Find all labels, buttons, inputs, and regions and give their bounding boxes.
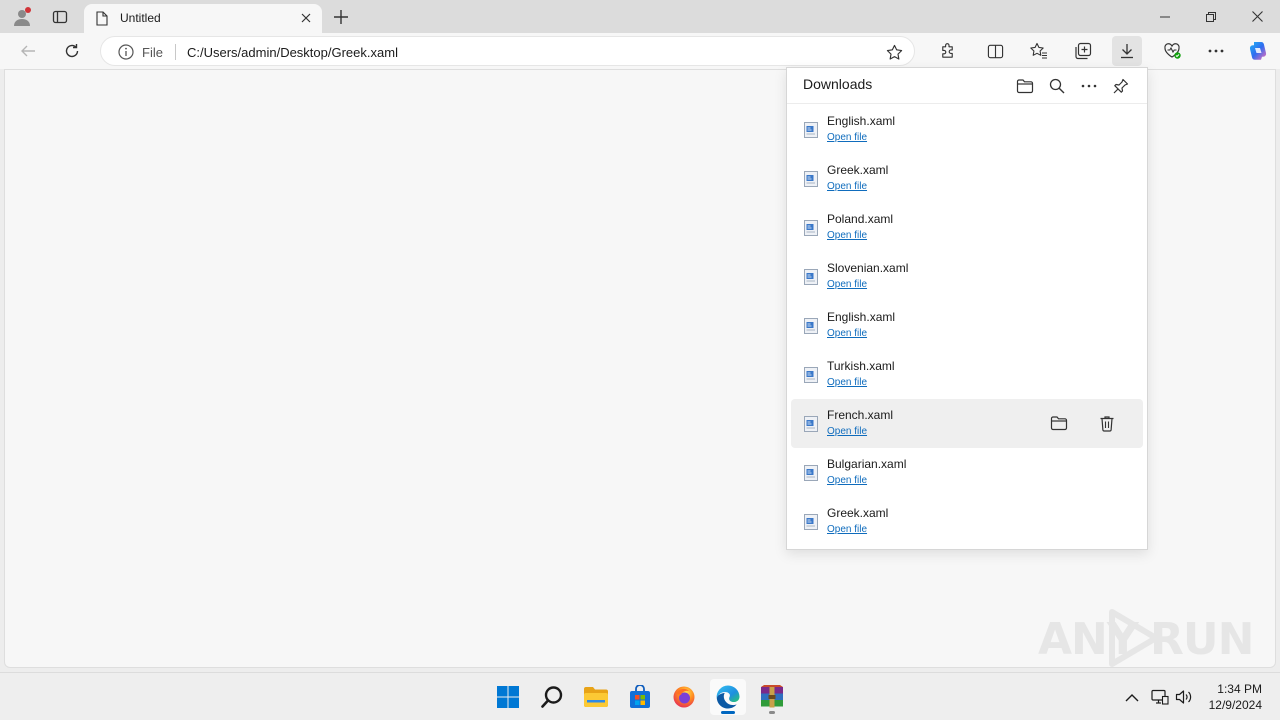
downloads-icon[interactable] — [1112, 36, 1142, 66]
downloads-more-icon[interactable] — [1076, 73, 1102, 99]
system-clock[interactable]: 1:34 PM 12/9/2024 — [1209, 681, 1262, 713]
microsoft-store-icon[interactable] — [622, 679, 658, 715]
xaml-file-icon — [804, 122, 818, 138]
open-file-link[interactable]: Open file — [827, 279, 867, 290]
xaml-file-icon — [804, 514, 818, 530]
download-file-name: Greek.xaml — [827, 506, 889, 520]
open-file-link[interactable]: Open file — [827, 132, 867, 143]
downloads-panel: Downloads English.xaml Open file Greek.x… — [786, 67, 1148, 550]
favorites-icon[interactable] — [1024, 36, 1054, 66]
active-app-indicator — [721, 711, 735, 714]
close-tab-icon[interactable] — [296, 8, 316, 28]
open-file-link[interactable]: Open file — [827, 328, 867, 339]
open-downloads-folder-icon[interactable] — [1012, 73, 1038, 99]
firefox-icon[interactable] — [666, 679, 702, 715]
file-explorer-icon[interactable] — [578, 679, 614, 715]
title-bar: Untitled — [0, 0, 1280, 33]
volume-icon[interactable] — [1174, 687, 1194, 707]
open-file-link[interactable]: Open file — [827, 181, 867, 192]
xaml-file-icon — [804, 171, 818, 187]
delete-trash-icon[interactable] — [1094, 410, 1120, 436]
more-options-icon[interactable] — [1201, 36, 1231, 66]
browser-toolbar: File C:/Users/admin/Desktop/Greek.xaml — [0, 33, 1280, 69]
open-file-link[interactable]: Open file — [827, 524, 867, 535]
split-screen-icon[interactable] — [980, 36, 1010, 66]
start-windows-icon[interactable] — [490, 679, 526, 715]
back-icon[interactable] — [13, 36, 43, 66]
download-file-name: French.xaml — [827, 408, 894, 422]
xaml-file-icon — [804, 269, 818, 285]
download-item[interactable]: Turkish.xaml Open file — [791, 350, 1143, 399]
anyrun-watermark: ANY RUN — [1038, 606, 1254, 670]
minimize-icon[interactable] — [1142, 0, 1188, 33]
download-file-name: Poland.xaml — [827, 212, 894, 226]
xaml-file-icon — [804, 416, 818, 432]
open-file-link[interactable]: Open file — [827, 377, 867, 388]
download-item[interactable]: English.xaml Open file — [791, 301, 1143, 350]
winrar-icon[interactable] — [754, 679, 790, 715]
show-in-folder-icon[interactable] — [1046, 410, 1072, 436]
download-file-name: English.xaml — [827, 310, 896, 324]
pin-icon[interactable] — [1108, 73, 1134, 99]
restore-icon[interactable] — [1188, 0, 1234, 33]
extensions-icon[interactable] — [932, 36, 962, 66]
downloads-title: Downloads — [803, 76, 873, 92]
download-file-name: English.xaml — [827, 114, 896, 128]
downloads-header: Downloads — [787, 68, 1147, 104]
clock-time: 1:34 PM — [1217, 682, 1262, 696]
address-divider — [175, 44, 176, 60]
xaml-file-icon — [804, 318, 818, 334]
download-item[interactable]: Greek.xaml Open file — [791, 497, 1143, 546]
open-file-link[interactable]: Open file — [827, 426, 867, 437]
download-item-hovered[interactable]: French.xaml Open file — [791, 399, 1143, 448]
download-file-name: Slovenian.xaml — [827, 261, 909, 275]
page-icon — [96, 11, 108, 29]
xaml-file-icon — [804, 367, 818, 383]
download-item[interactable]: Poland.xaml Open file — [791, 203, 1143, 252]
profile-icon[interactable] — [10, 5, 34, 29]
tab-title: Untitled — [120, 11, 161, 25]
tab-actions-icon[interactable] — [48, 5, 72, 29]
download-item[interactable]: English.xaml Open file — [791, 105, 1143, 154]
tab-untitled[interactable]: Untitled — [84, 4, 322, 33]
address-bar[interactable]: File C:/Users/admin/Desktop/Greek.xaml — [100, 36, 915, 66]
network-icon[interactable] — [1150, 687, 1170, 707]
running-app-indicator — [769, 711, 775, 714]
close-window-icon[interactable] — [1234, 0, 1280, 33]
watermark-text-right: RUN — [1150, 614, 1254, 665]
download-item[interactable]: Slovenian.xaml Open file — [791, 252, 1143, 301]
url-text[interactable]: C:/Users/admin/Desktop/Greek.xaml — [187, 45, 398, 60]
download-item[interactable]: Greek.xaml Open file — [791, 154, 1143, 203]
download-file-name: Bulgarian.xaml — [827, 457, 907, 471]
copilot-icon[interactable] — [1243, 36, 1273, 66]
browser-essentials-icon[interactable] — [1157, 36, 1187, 66]
new-tab-icon[interactable] — [329, 5, 353, 29]
chevron-up-icon[interactable] — [1122, 687, 1142, 707]
search-downloads-icon[interactable] — [1044, 73, 1070, 99]
open-file-link[interactable]: Open file — [827, 230, 867, 241]
open-file-link[interactable]: Open file — [827, 475, 867, 486]
xaml-file-icon — [804, 465, 818, 481]
xaml-file-icon — [804, 220, 818, 236]
clock-date: 12/9/2024 — [1208, 698, 1262, 712]
refresh-icon[interactable] — [57, 36, 87, 66]
info-icon[interactable] — [117, 43, 135, 61]
taskbar: 1:34 PM 12/9/2024 — [0, 672, 1280, 720]
edge-icon[interactable] — [710, 679, 746, 715]
download-item[interactable]: Bulgarian.xaml Open file — [791, 448, 1143, 497]
favorite-star-icon[interactable] — [884, 42, 904, 62]
downloads-list: English.xaml Open file Greek.xaml Open f… — [791, 105, 1143, 546]
download-file-name: Greek.xaml — [827, 163, 889, 177]
scheme-label: File — [142, 45, 163, 60]
search-icon[interactable] — [534, 679, 570, 715]
download-file-name: Turkish.xaml — [827, 359, 895, 373]
collections-icon[interactable] — [1068, 36, 1098, 66]
